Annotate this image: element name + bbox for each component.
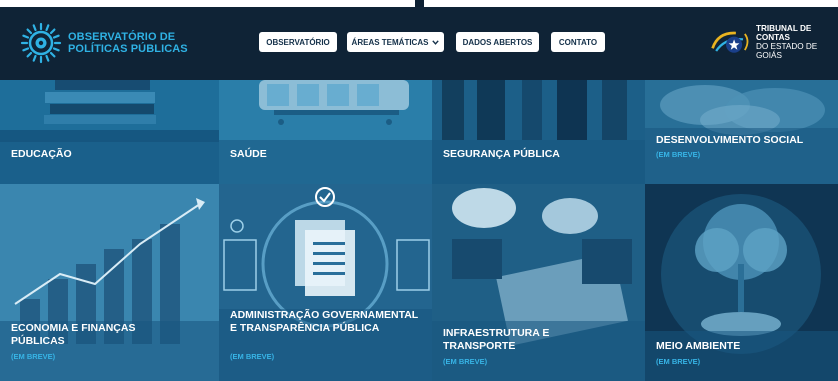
- site-logo[interactable]: OBSERVATÓRIO DE POLÍTICAS PÚBLICAS: [20, 22, 188, 64]
- tile-label: MEIO AMBIENTE: [656, 340, 741, 352]
- tce-go-logo[interactable]: TRIBUNAL DE CONTAS DO ESTADO DE GOIÁS: [709, 24, 838, 60]
- coming-soon-badge: (EM BREVE): [656, 357, 701, 366]
- tile-label: SAÚDE: [230, 148, 267, 160]
- tile-overlay: [432, 140, 645, 184]
- eye-sun-logo-icon: [20, 22, 62, 64]
- nav-areas-tematicas[interactable]: ÁREAS TEMÁTICAS: [347, 32, 444, 52]
- tile-desenvolvimento-social[interactable]: DESENVOLVIMENTO SOCIAL (EM BREVE): [645, 80, 838, 184]
- tce-go-logo-icon: [711, 31, 749, 53]
- nav-contato-label: CONTATO: [558, 37, 598, 47]
- top-strip: [0, 0, 838, 7]
- logo-text: OBSERVATÓRIO DE POLÍTICAS PÚBLICAS: [68, 31, 188, 55]
- tile-label: DESENVOLVIMENTO SOCIAL: [656, 134, 804, 146]
- nav-dados-abertos[interactable]: DADOS ABERTOS: [456, 32, 539, 52]
- coming-soon-badge: (EM BREVE): [11, 352, 56, 361]
- tile-overlay: [0, 140, 219, 184]
- thematic-areas-grid: EDUCAÇÃO SAÚDE SEGURANÇA PÚBLICA DESENVO…: [0, 80, 838, 381]
- tce-line-1: TRIBUNAL DE CONTAS: [755, 24, 812, 42]
- tile-saude[interactable]: SAÚDE: [219, 80, 432, 184]
- tile-label: INFRAESTRUTURA E TRANSPORTE: [443, 327, 550, 352]
- nav-contato[interactable]: CONTATO: [551, 32, 605, 52]
- tile-administracao[interactable]: ADMINISTRAÇÃO GOVERNAMENTAL E TRANSPARÊN…: [219, 184, 432, 381]
- site-header: OBSERVATÓRIO DE POLÍTICAS PÚBLICAS OBSER…: [0, 7, 838, 80]
- nav-observatorio-label: OBSERVATÓRIO: [266, 37, 330, 47]
- tile-label: EDUCAÇÃO: [11, 148, 72, 160]
- tile-overlay: [645, 331, 838, 381]
- tile-meio-ambiente[interactable]: MEIO AMBIENTE (EM BREVE): [645, 184, 838, 381]
- logo-line-2: POLÍTICAS PÚBLICAS: [68, 43, 188, 55]
- coming-soon-badge: (EM BREVE): [443, 357, 488, 366]
- tce-go-text: TRIBUNAL DE CONTAS DO ESTADO DE GOIÁS: [756, 24, 838, 60]
- coming-soon-badge: (EM BREVE): [656, 150, 701, 159]
- tile-seguranca-publica[interactable]: SEGURANÇA PÚBLICA: [432, 80, 645, 184]
- top-notch: [415, 0, 424, 7]
- nav-observatorio[interactable]: OBSERVATÓRIO: [259, 32, 337, 52]
- chevron-down-icon: [432, 38, 440, 47]
- tile-infraestrutura[interactable]: INFRAESTRUTURA E TRANSPORTE (EM BREVE): [432, 184, 645, 381]
- tile-label: ECONOMIA E FINANÇAS PÚBLICAS: [11, 322, 136, 347]
- coming-soon-badge: (EM BREVE): [230, 352, 275, 361]
- tile-label: ADMINISTRAÇÃO GOVERNAMENTAL E TRANSPARÊN…: [230, 309, 419, 334]
- tile-economia-financas[interactable]: ECONOMIA E FINANÇAS PÚBLICAS (EM BREVE): [0, 184, 219, 381]
- tce-line-2: DO ESTADO DE GOIÁS: [755, 42, 818, 60]
- tile-educacao[interactable]: EDUCAÇÃO: [0, 80, 219, 184]
- logo-line-1: OBSERVATÓRIO DE: [68, 31, 176, 43]
- nav-dados-abertos-label: DADOS ABERTOS: [462, 37, 533, 47]
- tile-overlay: [219, 140, 432, 184]
- tile-label: SEGURANÇA PÚBLICA: [443, 148, 560, 160]
- nav-areas-tematicas-label: ÁREAS TEMÁTICAS: [351, 37, 429, 47]
